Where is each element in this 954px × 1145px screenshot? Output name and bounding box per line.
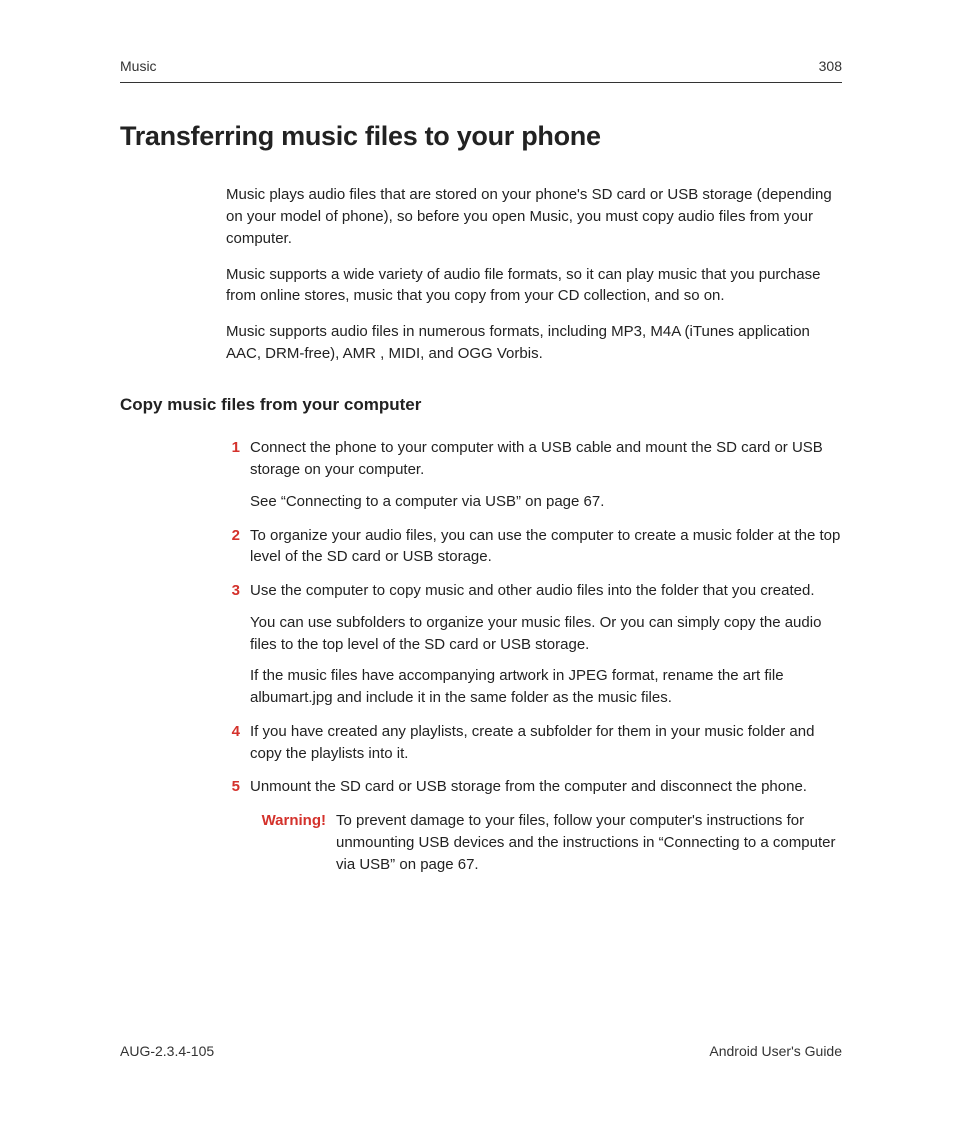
- step-text: You can use subfolders to organize your …: [250, 612, 842, 656]
- page-title: Transferring music files to your phone: [120, 117, 842, 156]
- step-text: Connect the phone to your computer with …: [250, 437, 842, 481]
- step-text: If the music files have accompanying art…: [250, 665, 842, 709]
- subheading: Copy music files from your computer: [120, 393, 842, 418]
- step-text: Unmount the SD card or USB storage from …: [250, 776, 842, 798]
- page-footer: AUG-2.3.4-105 Android User's Guide: [120, 1041, 842, 1061]
- header-page-number: 308: [819, 56, 842, 76]
- step-text: To organize your audio files, you can us…: [250, 525, 842, 569]
- step-body: If you have created any playlists, creat…: [250, 721, 842, 765]
- step-number: 2: [226, 525, 240, 569]
- step-body: Use the computer to copy music and other…: [250, 580, 842, 709]
- step-body: Unmount the SD card or USB storage from …: [250, 776, 842, 798]
- step-text: If you have created any playlists, creat…: [250, 721, 842, 765]
- step-item: 5 Unmount the SD card or USB storage fro…: [226, 776, 842, 798]
- step-body: To organize your audio files, you can us…: [250, 525, 842, 569]
- warning-label: Warning!: [226, 810, 326, 875]
- step-item: 1 Connect the phone to your computer wit…: [226, 437, 842, 512]
- intro-paragraph: Music plays audio files that are stored …: [226, 184, 842, 249]
- footer-right: Android User's Guide: [709, 1041, 842, 1061]
- step-item: 2 To organize your audio files, you can …: [226, 525, 842, 569]
- page-header: Music 308: [120, 56, 842, 76]
- intro-paragraph: Music supports a wide variety of audio f…: [226, 264, 842, 308]
- intro-paragraph: Music supports audio files in numerous f…: [226, 321, 842, 365]
- step-item: 3 Use the computer to copy music and oth…: [226, 580, 842, 709]
- intro-block: Music plays audio files that are stored …: [226, 184, 842, 364]
- warning-block: Warning! To prevent damage to your files…: [226, 810, 842, 875]
- step-body: Connect the phone to your computer with …: [250, 437, 842, 512]
- step-item: 4 If you have created any playlists, cre…: [226, 721, 842, 765]
- step-number: 1: [226, 437, 240, 512]
- step-text: Use the computer to copy music and other…: [250, 580, 842, 602]
- header-section: Music: [120, 56, 157, 76]
- step-number: 4: [226, 721, 240, 765]
- step-text: See “Connecting to a computer via USB” o…: [250, 491, 842, 513]
- header-rule: [120, 82, 842, 83]
- step-number: 3: [226, 580, 240, 709]
- warning-text: To prevent damage to your files, follow …: [336, 810, 842, 875]
- steps-list: 1 Connect the phone to your computer wit…: [226, 437, 842, 875]
- footer-left: AUG-2.3.4-105: [120, 1041, 214, 1061]
- step-number: 5: [226, 776, 240, 798]
